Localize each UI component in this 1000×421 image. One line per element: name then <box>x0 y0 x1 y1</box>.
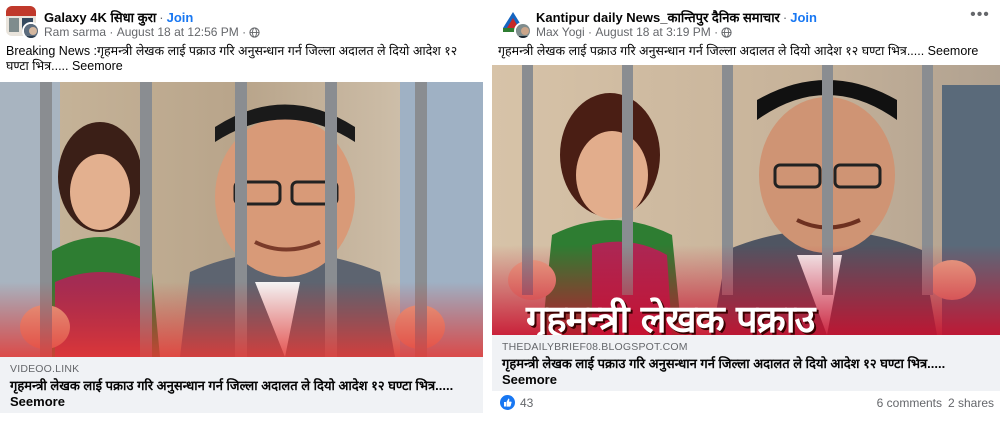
image-headline-banner: गृहमन्त्री लेखक पक्राउ <box>492 289 1000 335</box>
link-preview[interactable]: VIDEOO.LINK गृहमन्त्री लेखक लाई पक्राउ ग… <box>0 357 483 413</box>
reactions-bar: 43 6 comments 2 shares <box>492 392 1000 414</box>
image-headline: गृहमन्त्री लेखक पक्राउ <box>526 297 815 335</box>
post-image[interactable]: गृहमन्त्री लेखक पक्राउ i <box>492 65 1000 335</box>
author-name[interactable]: Ram sarma <box>44 25 106 39</box>
author-name[interactable]: Max Yogi <box>536 25 585 39</box>
link-title[interactable]: गृहमन्त्री लेखक लाई पक्राउ गरि अनुसन्धान… <box>10 378 480 410</box>
group-title-line: Kantipur daily News_कान्तिपुर दैनिक समाच… <box>536 8 817 26</box>
post-date[interactable]: August 18 at 12:56 PM <box>117 25 239 39</box>
separator-dot: · <box>238 25 247 39</box>
link-domain: VIDEOO.LINK <box>10 363 80 375</box>
like-icon[interactable] <box>500 395 515 410</box>
post-header: Galaxy 4K सिधा कुरा · Join Ram sarma · Aug… <box>6 6 489 40</box>
post-card-right: Kantipur daily News_कान्तिपुर दैनिक समाच… <box>492 0 1000 421</box>
group-avatar[interactable] <box>498 6 532 40</box>
link-preview[interactable]: THEDAILYBRIEF08.BLOGSPOT.COM गृहमन्त्री … <box>492 335 1000 391</box>
author-avatar[interactable] <box>514 22 532 40</box>
group-avatar[interactable] <box>6 6 40 40</box>
separator-dot: · <box>106 25 117 39</box>
join-button[interactable]: Join <box>167 10 194 25</box>
post-meta: Max Yogi · August 18 at 3:19 PM · <box>536 25 732 39</box>
separator-dot: · <box>159 10 164 25</box>
globe-icon <box>721 26 732 38</box>
group-title-line: Galaxy 4K सिधा कुरा · Join <box>44 8 193 26</box>
post-date[interactable]: August 18 at 3:19 PM <box>595 25 710 39</box>
join-button[interactable]: Join <box>790 10 817 25</box>
author-avatar[interactable] <box>22 22 40 40</box>
post-header: Kantipur daily News_कान्तिपुर दैनिक समाच… <box>498 6 1000 40</box>
post-text: गृहमन्त्री लेखक लाई पक्राउ गरि अनुसन्धान… <box>498 44 979 58</box>
post-image[interactable] <box>0 82 483 357</box>
post-meta: Ram sarma · August 18 at 12:56 PM · <box>44 25 260 39</box>
more-options-icon[interactable]: ••• <box>970 7 990 24</box>
link-title[interactable]: गृहमन्त्री लेखक लाई पक्राउ गरि अनुसन्धान… <box>502 356 972 388</box>
like-count[interactable]: 43 <box>520 396 533 410</box>
separator-dot: · <box>782 10 788 25</box>
post-text: Breaking News :गृहमन्त्री लेखक लाई पक्रा… <box>6 44 458 73</box>
separator-dot: · <box>710 25 719 39</box>
group-name[interactable]: Kantipur daily News_कान्तिपुर दैनिक समाच… <box>536 10 780 25</box>
link-domain: THEDAILYBRIEF08.BLOGSPOT.COM <box>502 341 688 353</box>
group-name[interactable]: Galaxy 4K सिधा कुरा <box>44 10 156 25</box>
post-card-left: Galaxy 4K सिधा कुरा · Join Ram sarma · Aug… <box>0 0 483 421</box>
globe-icon <box>249 26 260 38</box>
separator-dot: · <box>584 25 596 39</box>
shares-count[interactable]: 2 shares <box>948 396 994 410</box>
comments-count[interactable]: 6 comments <box>877 396 942 410</box>
